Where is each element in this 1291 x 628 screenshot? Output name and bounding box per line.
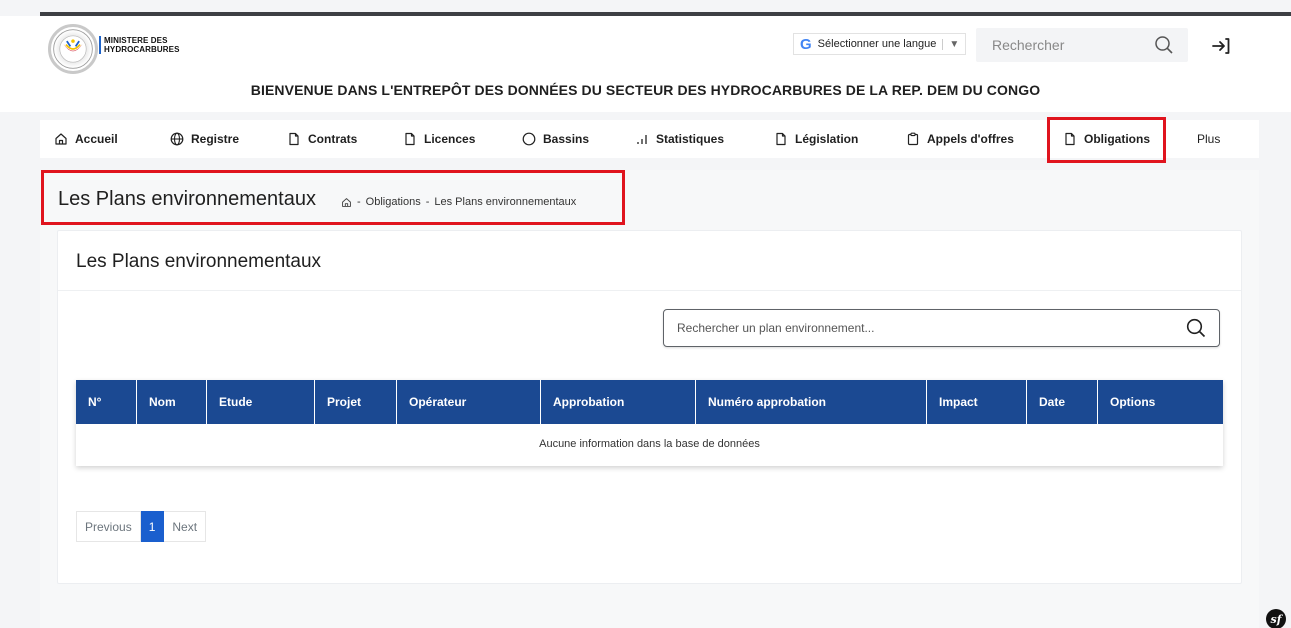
language-selector[interactable]: G Sélectionner une langue ▼	[793, 33, 967, 55]
card-divider	[58, 290, 1241, 291]
pagination: Previous 1 Next	[76, 511, 207, 542]
ministry-seal-logo[interactable]	[48, 24, 98, 74]
document-icon	[776, 132, 786, 146]
nav-item-contrats[interactable]: Contrats	[287, 120, 357, 158]
nav-item-registre[interactable]: Registre	[170, 120, 239, 158]
symfony-debug-icon[interactable]: sf	[1266, 609, 1286, 628]
nav-item-legislation[interactable]: Législation	[774, 120, 858, 158]
nav-label-licences: Licences	[424, 132, 476, 146]
bar-chart-icon	[637, 135, 647, 144]
nav-label-plus: Plus	[1197, 132, 1221, 146]
plan-search-input[interactable]	[664, 310, 1164, 346]
column-header-nom[interactable]: Nom	[137, 380, 207, 424]
document-icon	[405, 132, 415, 146]
table-empty-message: Aucune information dans la base de donné…	[539, 438, 760, 450]
nav-label-contrats: Contrats	[308, 132, 358, 146]
document-icon	[1065, 132, 1075, 146]
column-header-etude[interactable]: Etude	[207, 380, 315, 424]
column-header-numero[interactable]: N°	[76, 380, 137, 424]
nav-item-bassins[interactable]: Bassins	[522, 120, 589, 158]
pagination-next[interactable]: Next	[164, 511, 207, 542]
nav-label-registre: Registre	[191, 132, 240, 146]
nav-item-appels-offres[interactable]: Appels d'offres	[906, 120, 1014, 158]
plan-search	[663, 309, 1220, 347]
site-search-input[interactable]	[976, 28, 1146, 62]
circle-icon	[522, 132, 536, 146]
clipboard-icon	[907, 132, 919, 146]
breadcrumb-separator: -	[357, 196, 361, 208]
column-header-numero-approbation[interactable]: Numéro approbation	[696, 380, 927, 424]
nav-item-licences[interactable]: Licences	[403, 120, 475, 158]
column-header-impact[interactable]: Impact	[927, 380, 1027, 424]
nav-item-obligations[interactable]: Obligations	[1063, 120, 1150, 158]
nav-label-statistiques: Statistiques	[656, 132, 725, 146]
main-navigation: Accueil Registre Contrats Licences Bassi…	[40, 120, 1259, 158]
chevron-down-icon: ▼	[942, 38, 959, 50]
pagination-page-current[interactable]: 1	[140, 511, 165, 542]
pagination-previous[interactable]: Previous	[76, 511, 141, 542]
ministry-name-line1: MINISTERE DES	[104, 36, 168, 45]
nav-label-appels-offres: Appels d'offres	[927, 132, 1014, 146]
globe-icon	[170, 132, 184, 146]
home-icon[interactable]	[341, 197, 352, 208]
document-icon	[289, 132, 299, 146]
nav-item-accueil[interactable]: Accueil	[54, 120, 118, 158]
column-header-date[interactable]: Date	[1027, 380, 1098, 424]
home-icon	[55, 133, 67, 145]
column-header-operateur[interactable]: Opérateur	[397, 380, 541, 424]
nav-item-statistiques[interactable]: Statistiques	[635, 120, 724, 158]
search-icon[interactable]	[1154, 35, 1174, 55]
nav-item-plus[interactable]: Plus	[1197, 120, 1220, 158]
nav-label-accueil: Accueil	[75, 132, 118, 146]
column-header-approbation[interactable]: Approbation	[541, 380, 696, 424]
language-selector-label: Sélectionner une langue	[817, 38, 937, 50]
nav-label-obligations: Obligations	[1084, 132, 1150, 146]
breadcrumb: - Obligations - Les Plans environnementa…	[341, 196, 576, 208]
search-icon[interactable]	[1185, 317, 1207, 339]
table-header: N° Nom Etude Projet Opérateur Approbatio…	[76, 380, 1223, 424]
breadcrumb-item-current: Les Plans environnementaux	[434, 196, 577, 208]
column-header-options[interactable]: Options	[1098, 380, 1223, 424]
login-icon[interactable]	[1210, 35, 1232, 57]
google-icon: G	[800, 35, 812, 53]
breadcrumb-separator: -	[425, 196, 430, 208]
card-title: Les Plans environnementaux	[76, 251, 322, 272]
page-title: Les Plans environnementaux	[58, 188, 316, 210]
breadcrumb-item-obligations[interactable]: Obligations	[366, 196, 421, 208]
nav-label-legislation: Législation	[795, 132, 859, 146]
site-search	[976, 28, 1188, 62]
welcome-banner: BIENVENUE DANS L'ENTREPÔT DES DONNÉES DU…	[250, 82, 1041, 98]
nav-label-bassins: Bassins	[543, 132, 590, 146]
logo-accent-bar	[99, 36, 101, 54]
ministry-name: MINISTERE DES HYDROCARBURES	[99, 36, 180, 54]
site-header: MINISTERE DES HYDROCARBURES G Sélectionn…	[0, 16, 1291, 112]
ministry-name-line2: HYDROCARBURES	[104, 45, 180, 54]
plans-table: N° Nom Etude Projet Opérateur Approbatio…	[76, 380, 1223, 466]
column-header-projet[interactable]: Projet	[315, 380, 397, 424]
